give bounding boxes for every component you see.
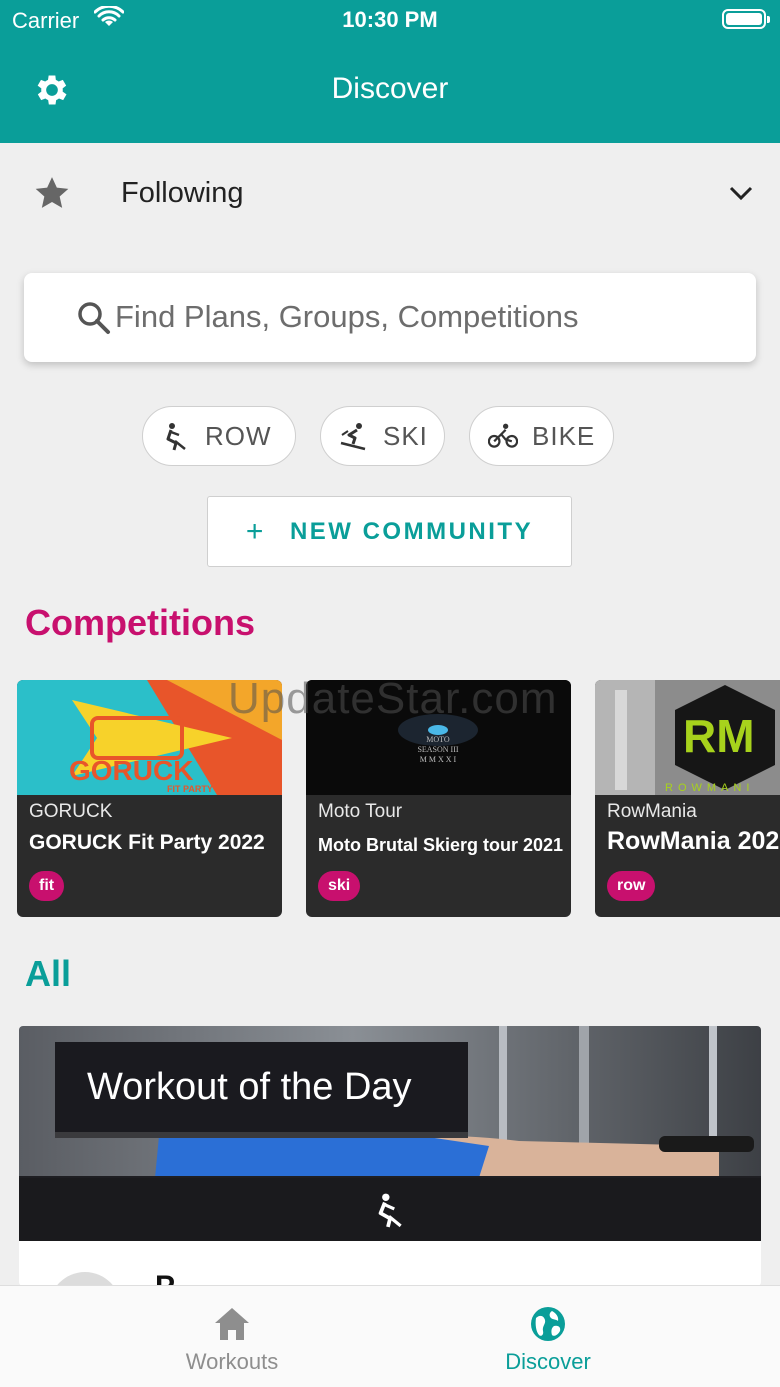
tab-bar: Workouts Discover: [0, 1285, 780, 1387]
plus-icon: +: [245, 514, 266, 548]
watermark: UpdateStar.com: [228, 674, 558, 723]
image-brand-text: GORUCK: [69, 755, 193, 786]
competition-card[interactable]: RM ROWMANI RowMania RowMania 202 row: [595, 680, 780, 917]
home-icon: [215, 1308, 249, 1340]
battery-icon: [722, 9, 770, 29]
following-selector[interactable]: Following: [0, 143, 780, 248]
competition-org: Moto Tour: [318, 801, 403, 822]
status-bar: Carrier 10:30 PM: [0, 0, 780, 40]
chevron-down-icon[interactable]: [728, 183, 754, 203]
competitions-heading: Competitions: [25, 602, 255, 643]
competition-org: RowMania: [607, 801, 697, 822]
sport-tag: fit: [29, 871, 65, 901]
avatar: [49, 1272, 121, 1286]
competition-image: RM ROWMANI: [595, 680, 780, 795]
bike-icon: [488, 423, 518, 448]
filter-chip-row[interactable]: ROW: [142, 406, 296, 466]
clock: 10:30 PM: [342, 7, 438, 32]
new-community-button[interactable]: + NEW COMMUNITY: [207, 496, 572, 567]
sport-tag: row: [607, 871, 656, 901]
filter-chip-label: SKI: [383, 420, 428, 451]
rower-icon: [166, 423, 186, 451]
filter-chip-label: BIKE: [532, 420, 596, 451]
skier-icon: [340, 423, 366, 451]
globe-icon: [531, 1307, 565, 1341]
competition-title: Moto Brutal Skierg tour 2021: [318, 835, 564, 855]
all-heading: All: [25, 953, 72, 994]
new-community-label: NEW COMMUNITY: [289, 517, 534, 545]
competition-title: GORUCK Fit Party 2022: [29, 831, 265, 854]
featured-subtitle: P: [155, 1270, 175, 1286]
search-icon: [78, 302, 110, 334]
page-title: Discover: [331, 72, 449, 105]
filter-chip-ski[interactable]: SKI: [320, 406, 445, 466]
star-icon: [35, 177, 69, 208]
following-label: Following: [121, 177, 244, 209]
filter-chip-label: ROW: [205, 420, 272, 451]
tab-label: Discover: [505, 1349, 591, 1374]
rower-icon: [378, 1193, 402, 1228]
sport-tag: ski: [318, 871, 361, 901]
image-sub-text: FIT PARTY: [167, 784, 213, 794]
search-input[interactable]: Find Plans, Groups, Competitions: [115, 299, 579, 335]
filter-chip-bike[interactable]: BIKE: [469, 406, 614, 466]
tab-discover[interactable]: Discover: [353, 1286, 743, 1387]
featured-card[interactable]: Workout of the Day P: [19, 1026, 761, 1286]
image-sub-text: SEASON III: [417, 745, 458, 754]
search-bar[interactable]: Find Plans, Groups, Competitions: [24, 273, 756, 362]
featured-title: Workout of the Day: [87, 1066, 412, 1108]
competition-org: GORUCK: [29, 801, 113, 822]
top-bar: Carrier 10:30 PM Discover: [0, 0, 780, 143]
image-sub-text: M M X X I: [420, 755, 457, 764]
image-brand-text: RM: [683, 710, 755, 762]
competition-title: RowMania 202: [607, 827, 780, 855]
image-sub-text: ROWMANI: [665, 782, 754, 794]
image-brand-text: MOTO: [426, 735, 450, 744]
